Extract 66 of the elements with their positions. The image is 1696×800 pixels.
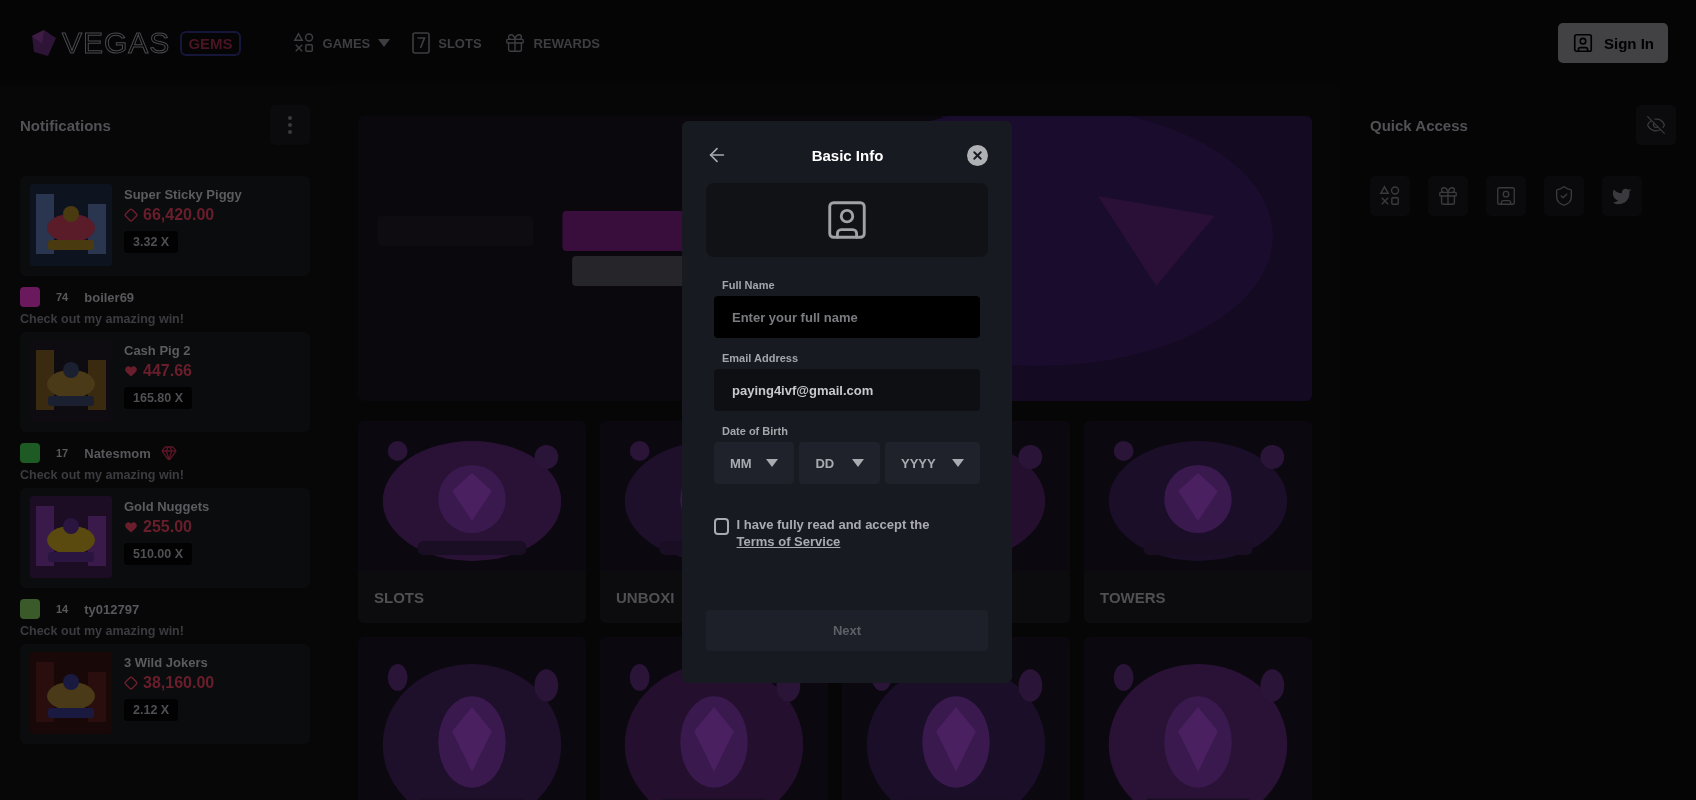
- nav-link[interactable]: REWARDS: [503, 32, 601, 54]
- user-level: 74: [55, 290, 70, 305]
- close-icon: [971, 148, 984, 162]
- amount-value: 66,420.00: [143, 206, 215, 224]
- field-label: Full Name: [722, 279, 776, 291]
- nav-link[interactable]: SLOTS: [412, 32, 482, 54]
- input-field[interactable]: Enter your full name: [714, 296, 980, 338]
- sidebar-title: Notifications: [20, 116, 111, 134]
- terms-text: I have fully read and accept the Terms of Service: [736, 516, 931, 550]
- amount-value: 255.00: [143, 518, 192, 536]
- sidebar-title: Quick Access: [1370, 116, 1468, 134]
- date-select[interactable]: YYYY: [884, 442, 980, 484]
- terms-link[interactable]: Terms of Service: [736, 534, 841, 549]
- shapes-icon: [292, 32, 315, 54]
- field-label: Email Address: [722, 352, 799, 364]
- shield-icon: [1553, 185, 1575, 207]
- shapes-icon: [1379, 185, 1401, 207]
- sign-in-button[interactable]: Sign In: [1558, 23, 1668, 63]
- multiplier-badge: 510.00 X: [124, 543, 193, 565]
- logo-badge: GEMS: [180, 30, 241, 56]
- date-select[interactable]: DD: [799, 442, 880, 484]
- logo-wordmark: VEGAS: [62, 26, 171, 60]
- eye-off-icon: [1646, 115, 1666, 135]
- close-button[interactable]: [967, 144, 988, 166]
- nav-link[interactable]: GAMES: [292, 32, 391, 54]
- terms-checkbox[interactable]: [714, 518, 729, 535]
- tile-label: SLOTS: [374, 588, 424, 606]
- game-name: Cash Pig 2: [124, 343, 192, 358]
- tile-label: TOWERS: [1100, 588, 1166, 606]
- multiplier-badge: 165.80 X: [124, 387, 193, 409]
- user-name: boiler69: [84, 289, 135, 305]
- game-name: Super Sticky Piggy: [124, 187, 242, 202]
- shield-button[interactable]: [1544, 176, 1584, 216]
- seven-icon: [412, 32, 431, 54]
- caret-icon: [766, 459, 779, 467]
- multiplier-badge: 2.12 X: [124, 699, 179, 721]
- amount-value: 38,160.00: [143, 674, 215, 692]
- user-level: 17: [55, 446, 70, 461]
- games-button[interactable]: [1370, 176, 1410, 216]
- gift-icon: [1437, 185, 1459, 207]
- user-icon: [1572, 32, 1594, 54]
- more-button[interactable]: [270, 105, 310, 145]
- user-name: ty012797: [84, 601, 140, 617]
- tile-label: UNBOXI: [616, 588, 675, 606]
- gift-button[interactable]: [1428, 176, 1468, 216]
- date-select[interactable]: MM: [714, 442, 795, 484]
- kebab-icon: [288, 116, 292, 134]
- multiplier-badge: 3.32 X: [124, 231, 179, 253]
- caret-icon: [851, 459, 864, 467]
- notification-message: Check out my amazing win!: [20, 312, 185, 326]
- field-label: Date of Birth: [722, 425, 789, 437]
- user-icon: [1495, 185, 1517, 207]
- notification-message: Check out my amazing win!: [20, 624, 185, 638]
- game-name: 3 Wild Jokers: [124, 655, 209, 670]
- caret-icon: [952, 459, 964, 467]
- dialog-title: Basic Info: [811, 146, 884, 164]
- user-name: Natesmom: [84, 445, 151, 461]
- profile-button[interactable]: [1486, 176, 1526, 216]
- twitter-button[interactable]: [1602, 176, 1642, 216]
- notification-message: Check out my amazing win!: [20, 468, 185, 482]
- input-field[interactable]: paying4ivf@gmail.com: [714, 369, 980, 411]
- user-level: 14: [55, 602, 70, 617]
- hide-button[interactable]: [1636, 105, 1676, 145]
- game-name: Gold Nuggets: [124, 499, 210, 514]
- amount-value: 447.66: [143, 362, 192, 380]
- gift-icon: [503, 32, 526, 54]
